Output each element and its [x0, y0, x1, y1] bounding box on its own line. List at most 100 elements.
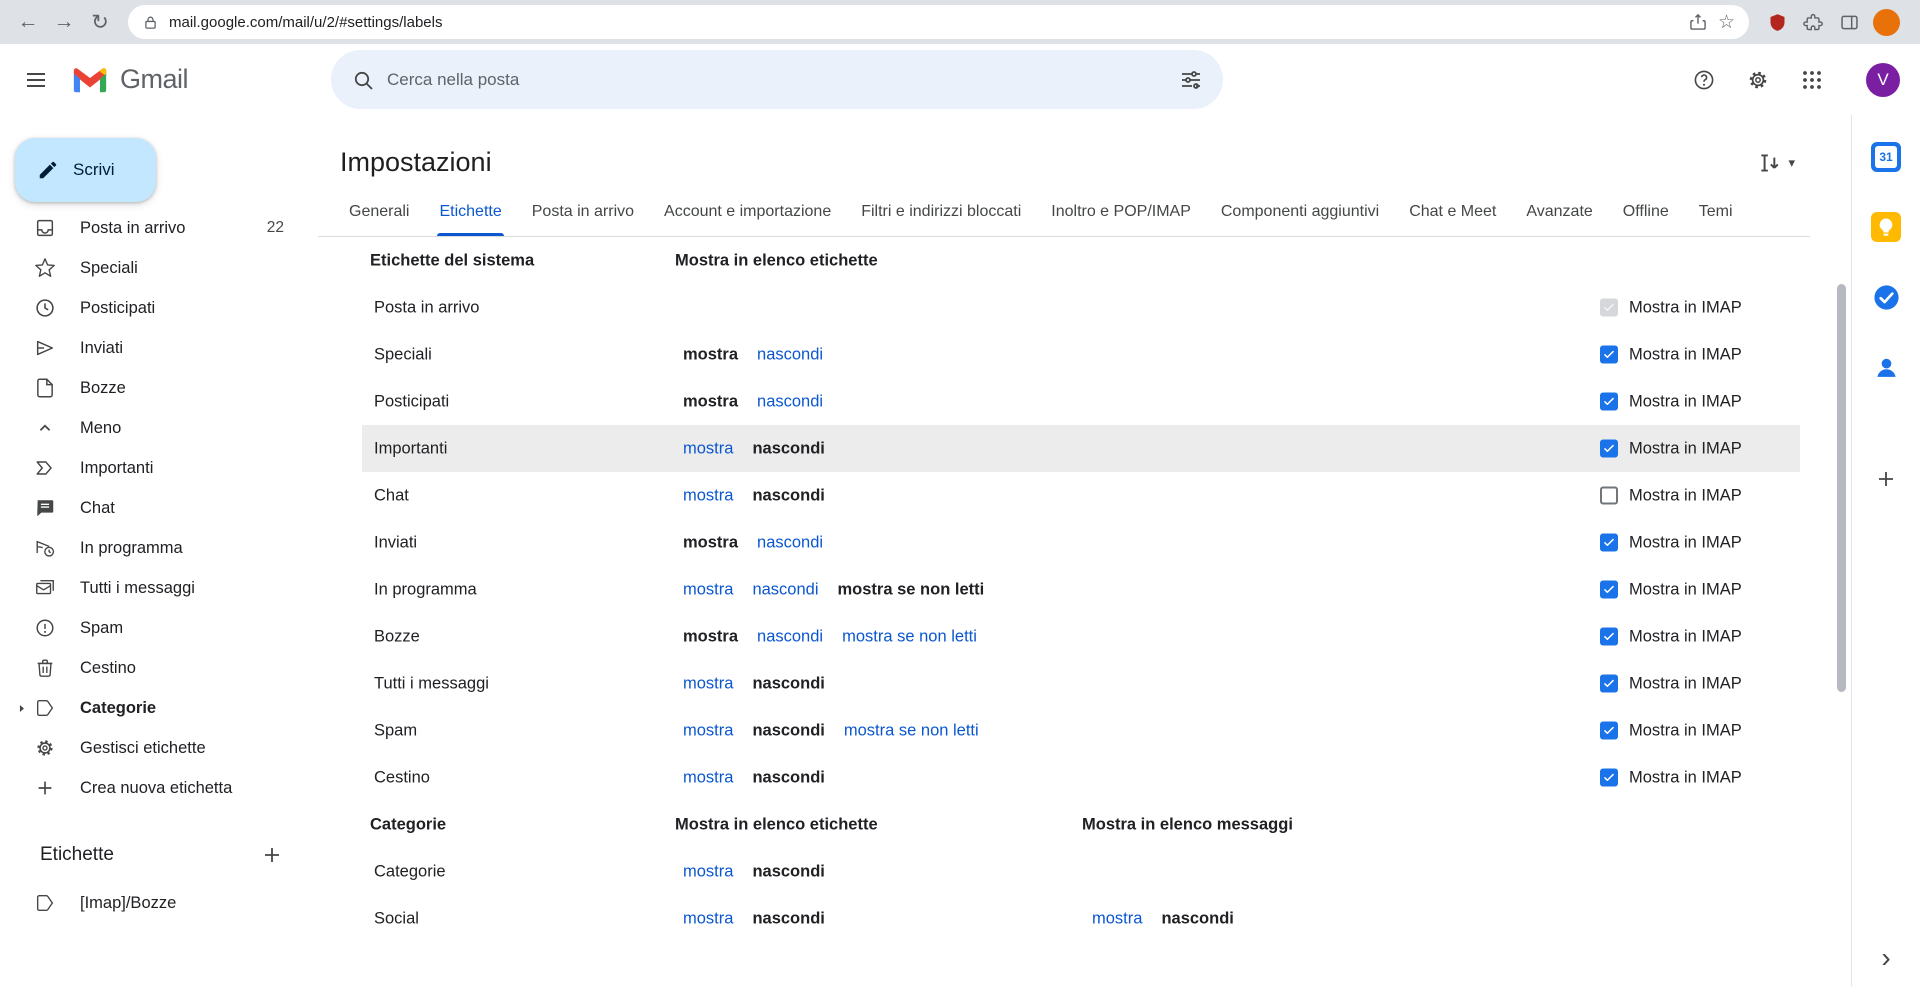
sidebar-item-posta-in-arrivo[interactable]: Posta in arrivo22 [0, 208, 318, 248]
sidebar-item-spam[interactable]: Spam [0, 608, 318, 648]
tab-temi[interactable]: Temi [1687, 188, 1745, 236]
visibility-option-selected[interactable]: nascondi [752, 768, 824, 787]
add-shortcut[interactable] [1870, 463, 1902, 495]
sidebar-item-tutti-i-messaggi[interactable]: Tutti i messaggi [0, 568, 318, 608]
visibility-option-link[interactable]: nascondi [757, 392, 823, 411]
settings-gear-icon[interactable] [1734, 56, 1782, 104]
collapse-panel-icon[interactable]: › [1881, 944, 1890, 972]
visibility-option-selected[interactable]: nascondi [752, 909, 824, 928]
tab-etichette[interactable]: Etichette [427, 188, 513, 236]
user-label-imap-bozze[interactable]: [Imap]/Bozze [0, 883, 318, 923]
visibility-option-link[interactable]: mostra [1092, 909, 1142, 928]
apps-grid-icon[interactable] [1788, 56, 1836, 104]
imap-checkbox[interactable] [1600, 393, 1618, 411]
side-panel-icon[interactable] [1831, 4, 1867, 40]
expander-icon[interactable] [14, 701, 29, 716]
help-icon[interactable] [1680, 56, 1728, 104]
tab-account-e-importazione[interactable]: Account e importazione [652, 188, 843, 236]
back-icon[interactable]: ← [10, 4, 46, 40]
tab-componenti-aggiuntivi[interactable]: Componenti aggiuntivi [1209, 188, 1391, 236]
share-icon[interactable] [1688, 12, 1708, 32]
visibility-option-link[interactable]: mostra [683, 486, 733, 505]
label-name: Categorie [374, 862, 446, 881]
visibility-option-link[interactable]: mostra [683, 768, 733, 787]
tab-chat-e-meet[interactable]: Chat e Meet [1397, 188, 1508, 236]
tab-offline[interactable]: Offline [1611, 188, 1681, 236]
tab-avanzate[interactable]: Avanzate [1514, 188, 1604, 236]
sidebar-item-importanti[interactable]: Importanti [0, 448, 318, 488]
tab-generali[interactable]: Generali [337, 188, 421, 236]
search-input[interactable] [387, 70, 1167, 90]
imap-checkbox[interactable] [1600, 440, 1618, 458]
compose-button[interactable]: Scrivi [15, 138, 156, 202]
visibility-option-link[interactable]: mostra [683, 721, 733, 740]
address-bar[interactable]: mail.google.com/mail/u/2/#settings/label… [128, 5, 1749, 39]
visibility-option-link[interactable]: nascondi [757, 345, 823, 364]
visibility-option-link[interactable]: mostra se non letti [842, 627, 977, 646]
imap-checkbox[interactable] [1600, 722, 1618, 740]
refresh-icon[interactable]: ↻ [82, 4, 118, 40]
visibility-option-link[interactable]: mostra [683, 580, 733, 599]
gmail-logo[interactable]: Gmail [70, 64, 188, 95]
keep-shortcut[interactable] [1870, 211, 1902, 243]
visibility-option-selected[interactable]: nascondi [752, 721, 824, 740]
tab-posta-in-arrivo[interactable]: Posta in arrivo [520, 188, 646, 236]
sidebar-item-gestisci-etichette[interactable]: Gestisci etichette [0, 728, 318, 768]
visibility-option-selected[interactable]: mostra [683, 533, 738, 552]
visibility-option-selected[interactable]: nascondi [752, 439, 824, 458]
sidebar-item-crea-nuova-etichetta[interactable]: Crea nuova etichetta [0, 768, 318, 808]
scrollbar[interactable] [1837, 284, 1846, 692]
visibility-option-selected[interactable]: mostra [683, 392, 738, 411]
sidebar-item-meno[interactable]: Meno [0, 408, 318, 448]
tab-inoltro-e-pop-imap[interactable]: Inoltro e POP/IMAP [1039, 188, 1203, 236]
visibility-option-link[interactable]: mostra [683, 862, 733, 881]
visibility-option-selected[interactable]: mostra [683, 627, 738, 646]
imap-checkbox[interactable] [1600, 487, 1618, 505]
create-label-icon[interactable] [254, 837, 290, 873]
sidebar-item-categorie[interactable]: Categorie [0, 688, 318, 728]
visibility-option-selected[interactable]: nascondi [1161, 909, 1233, 928]
visibility-option-link[interactable]: nascondi [757, 627, 823, 646]
sidebar-item-inviati[interactable]: Inviati [0, 328, 318, 368]
sidebar-item-chat[interactable]: Chat [0, 488, 318, 528]
forward-icon[interactable]: → [46, 4, 82, 40]
sidebar-item-cestino[interactable]: Cestino [0, 648, 318, 688]
search-icon[interactable] [339, 56, 387, 104]
imap-checkbox[interactable] [1600, 628, 1618, 646]
sidebar-item-in-programma[interactable]: In programma [0, 528, 318, 568]
sidebar-item-posticipati[interactable]: Posticipati [0, 288, 318, 328]
contacts-shortcut[interactable] [1870, 351, 1902, 383]
visibility-option-selected[interactable]: mostra [683, 345, 738, 364]
visibility-option-link[interactable]: nascondi [757, 533, 823, 552]
main-menu-icon[interactable] [12, 56, 60, 104]
imap-checkbox[interactable] [1600, 581, 1618, 599]
visibility-option-link[interactable]: mostra se non letti [844, 721, 979, 740]
calendar-shortcut[interactable]: 31 [1870, 141, 1902, 173]
search-filters-icon[interactable] [1167, 56, 1215, 104]
visibility-option-selected[interactable]: nascondi [752, 674, 824, 693]
extensions-puzzle-icon[interactable] [1795, 4, 1831, 40]
label-list-options: mostra nascondi [683, 862, 825, 881]
visibility-option-selected[interactable]: nascondi [752, 486, 824, 505]
visibility-option-link[interactable]: nascondi [752, 580, 818, 599]
ublock-extension-icon[interactable] [1759, 4, 1795, 40]
tasks-shortcut[interactable] [1870, 281, 1902, 313]
imap-checkbox[interactable] [1600, 769, 1618, 787]
search-bar[interactable] [331, 50, 1223, 109]
visibility-option-link[interactable]: mostra [683, 909, 733, 928]
imap-checkbox[interactable] [1600, 346, 1618, 364]
sidebar-item-bozze[interactable]: Bozze [0, 368, 318, 408]
tab-filtri-e-indirizzi-bloccati[interactable]: Filtri e indirizzi bloccati [849, 188, 1033, 236]
visibility-option-link[interactable]: mostra [683, 439, 733, 458]
account-avatar[interactable]: V [1866, 63, 1900, 97]
imap-checkbox[interactable] [1600, 534, 1618, 552]
imap-checkbox[interactable] [1600, 675, 1618, 693]
sidebar-item-speciali[interactable]: Speciali [0, 248, 318, 288]
chrome-profile-avatar[interactable] [1873, 9, 1900, 36]
label-row-cestino: CestinomostranascondiMostra in IMAP [362, 754, 1800, 801]
input-tools-icon[interactable]: ▾ [1757, 150, 1795, 176]
visibility-option-link[interactable]: mostra [683, 674, 733, 693]
visibility-option-selected[interactable]: mostra se non letti [838, 580, 985, 599]
visibility-option-selected[interactable]: nascondi [752, 862, 824, 881]
bookmark-star-icon[interactable]: ☆ [1718, 13, 1735, 32]
